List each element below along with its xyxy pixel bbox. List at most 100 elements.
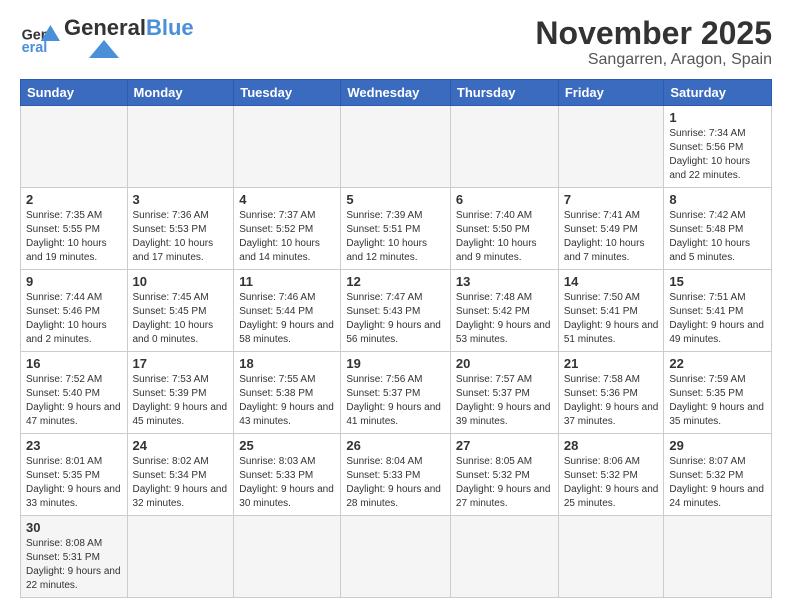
day-info: Sunrise: 7:58 AM Sunset: 5:36 PM Dayligh… xyxy=(564,373,659,429)
calendar-cell: 28Sunrise: 8:06 AM Sunset: 5:32 PM Dayli… xyxy=(558,434,664,516)
day-number: 23 xyxy=(26,438,122,453)
day-info: Sunrise: 7:48 AM Sunset: 5:42 PM Dayligh… xyxy=(456,291,553,347)
day-info: Sunrise: 7:57 AM Sunset: 5:37 PM Dayligh… xyxy=(456,373,553,429)
header-sunday: Sunday xyxy=(21,80,128,106)
day-info: Sunrise: 7:44 AM Sunset: 5:46 PM Dayligh… xyxy=(26,291,122,347)
day-number: 27 xyxy=(456,438,553,453)
day-number: 2 xyxy=(26,192,122,207)
day-number: 16 xyxy=(26,356,122,371)
day-info: Sunrise: 8:06 AM Sunset: 5:32 PM Dayligh… xyxy=(564,455,659,511)
day-info: Sunrise: 7:51 AM Sunset: 5:41 PM Dayligh… xyxy=(669,291,766,347)
header-saturday: Saturday xyxy=(664,80,772,106)
calendar-cell: 17Sunrise: 7:53 AM Sunset: 5:39 PM Dayli… xyxy=(127,352,234,434)
weekday-header-row: Sunday Monday Tuesday Wednesday Thursday… xyxy=(21,80,772,106)
day-info: Sunrise: 7:40 AM Sunset: 5:50 PM Dayligh… xyxy=(456,209,553,265)
calendar-cell: 10 Sunrise: 7:45 AM Sunset: 5:45 PM Dayli… xyxy=(127,270,234,352)
calendar-cell xyxy=(341,516,451,598)
calendar-cell xyxy=(450,106,558,188)
day-info: Sunrise: 7:45 AM Sunset: 5:45 PM Dayligh… xyxy=(133,291,229,347)
calendar-cell: 6Sunrise: 7:40 AM Sunset: 5:50 PM Daylig… xyxy=(450,188,558,270)
day-info: Sunrise: 7:47 AM Sunset: 5:43 PM Dayligh… xyxy=(346,291,445,347)
day-info: Sunrise: 7:37 AM Sunset: 5:52 PM Dayligh… xyxy=(239,209,335,265)
day-info: Sunrise: 7:56 AM Sunset: 5:37 PM Dayligh… xyxy=(346,373,445,429)
day-info: Sunrise: 7:42 AM Sunset: 5:48 PM Dayligh… xyxy=(669,209,766,265)
calendar-cell xyxy=(558,516,664,598)
calendar-subtitle: Sangarren, Aragon, Spain xyxy=(535,51,772,69)
day-number: 30 xyxy=(26,520,122,535)
day-info: Sunrise: 7:34 AM Sunset: 5:56 PM Dayligh… xyxy=(669,127,766,183)
svg-text:eral: eral xyxy=(22,40,48,56)
calendar-cell: 27 Sunrise: 8:05 AM Sunset: 5:32 PM Dayli… xyxy=(450,434,558,516)
calendar-cell xyxy=(127,516,234,598)
calendar-week-row: 30 Sunrise: 8:08 AM Sunset: 5:31 PM Dayli… xyxy=(21,516,772,598)
calendar-week-row: 9Sunrise: 7:44 AM Sunset: 5:46 PM Daylig… xyxy=(21,270,772,352)
calendar-cell: 30 Sunrise: 8:08 AM Sunset: 5:31 PM Dayli… xyxy=(21,516,128,598)
calendar-cell: 5Sunrise: 7:39 AM Sunset: 5:51 PM Daylig… xyxy=(341,188,451,270)
day-number: 4 xyxy=(239,192,335,207)
calendar-cell xyxy=(234,516,341,598)
calendar-cell: 24Sunrise: 8:02 AM Sunset: 5:34 PM Dayli… xyxy=(127,434,234,516)
day-number: 22 xyxy=(669,356,766,371)
calendar-cell: 2 Sunrise: 7:35 AM Sunset: 5:55 PM Daylig… xyxy=(21,188,128,270)
calendar-cell: 23 Sunrise: 8:01 AM Sunset: 5:35 PM Dayli… xyxy=(21,434,128,516)
calendar-cell xyxy=(234,106,341,188)
day-number: 12 xyxy=(346,274,445,289)
day-info: Sunrise: 7:52 AM Sunset: 5:40 PM Dayligh… xyxy=(26,373,122,429)
day-info: Sunrise: 7:50 AM Sunset: 5:41 PM Dayligh… xyxy=(564,291,659,347)
day-number: 7 xyxy=(564,192,659,207)
calendar-cell: 15Sunrise: 7:51 AM Sunset: 5:41 PM Dayli… xyxy=(664,270,772,352)
calendar-cell xyxy=(664,516,772,598)
calendar-table: Sunday Monday Tuesday Wednesday Thursday… xyxy=(20,79,772,598)
calendar-cell xyxy=(450,516,558,598)
calendar-cell xyxy=(21,106,128,188)
header-friday: Friday xyxy=(558,80,664,106)
header-wednesday: Wednesday xyxy=(341,80,451,106)
day-info: Sunrise: 8:07 AM Sunset: 5:32 PM Dayligh… xyxy=(669,455,766,511)
header-thursday: Thursday xyxy=(450,80,558,106)
calendar-cell: 12 Sunrise: 7:47 AM Sunset: 5:43 PM Dayli… xyxy=(341,270,451,352)
day-number: 1 xyxy=(669,110,766,125)
calendar-cell xyxy=(558,106,664,188)
page: Gen eral GeneralBlue November 2025 Sanga… xyxy=(0,0,792,608)
calendar-cell: 3 Sunrise: 7:36 AM Sunset: 5:53 PM Daylig… xyxy=(127,188,234,270)
calendar-cell: 13Sunrise: 7:48 AM Sunset: 5:42 PM Dayli… xyxy=(450,270,558,352)
day-number: 14 xyxy=(564,274,659,289)
day-info: Sunrise: 8:05 AM Sunset: 5:32 PM Dayligh… xyxy=(456,455,553,511)
calendar-cell: 29 Sunrise: 8:07 AM Sunset: 5:32 PM Dayli… xyxy=(664,434,772,516)
day-info: Sunrise: 7:53 AM Sunset: 5:39 PM Dayligh… xyxy=(133,373,229,429)
day-info: Sunrise: 7:36 AM Sunset: 5:53 PM Dayligh… xyxy=(133,209,229,265)
calendar-week-row: 23 Sunrise: 8:01 AM Sunset: 5:35 PM Dayli… xyxy=(21,434,772,516)
day-info: Sunrise: 8:01 AM Sunset: 5:35 PM Dayligh… xyxy=(26,455,122,511)
header: Gen eral GeneralBlue November 2025 Sanga… xyxy=(20,16,772,69)
calendar-cell: 19 Sunrise: 7:56 AM Sunset: 5:37 PM Dayli… xyxy=(341,352,451,434)
calendar-cell: 25Sunrise: 8:03 AM Sunset: 5:33 PM Dayli… xyxy=(234,434,341,516)
calendar-cell: 22Sunrise: 7:59 AM Sunset: 5:35 PM Dayli… xyxy=(664,352,772,434)
title-block: November 2025 Sangarren, Aragon, Spain xyxy=(535,16,772,69)
day-number: 20 xyxy=(456,356,553,371)
day-number: 8 xyxy=(669,192,766,207)
day-number: 21 xyxy=(564,356,659,371)
calendar-cell: 20 Sunrise: 7:57 AM Sunset: 5:37 PM Dayli… xyxy=(450,352,558,434)
day-info: Sunrise: 8:08 AM Sunset: 5:31 PM Dayligh… xyxy=(26,537,122,593)
day-number: 29 xyxy=(669,438,766,453)
calendar-cell: 7Sunrise: 7:41 AM Sunset: 5:49 PM Daylig… xyxy=(558,188,664,270)
calendar-cell: 8 Sunrise: 7:42 AM Sunset: 5:48 PM Daylig… xyxy=(664,188,772,270)
day-number: 3 xyxy=(133,192,229,207)
day-info: Sunrise: 7:55 AM Sunset: 5:38 PM Dayligh… xyxy=(239,373,335,429)
day-info: Sunrise: 7:35 AM Sunset: 5:55 PM Dayligh… xyxy=(26,209,122,265)
day-number: 18 xyxy=(239,356,335,371)
day-number: 10 xyxy=(133,274,229,289)
calendar-week-row: 16 Sunrise: 7:52 AM Sunset: 5:40 PM Dayli… xyxy=(21,352,772,434)
calendar-cell: 1 Sunrise: 7:34 AM Sunset: 5:56 PM Daylig… xyxy=(664,106,772,188)
calendar-cell: 16 Sunrise: 7:52 AM Sunset: 5:40 PM Dayli… xyxy=(21,352,128,434)
calendar-cell: 14 Sunrise: 7:50 AM Sunset: 5:41 PM Dayli… xyxy=(558,270,664,352)
logo: Gen eral GeneralBlue xyxy=(20,16,194,58)
calendar-week-row: 2 Sunrise: 7:35 AM Sunset: 5:55 PM Daylig… xyxy=(21,188,772,270)
day-info: Sunrise: 8:02 AM Sunset: 5:34 PM Dayligh… xyxy=(133,455,229,511)
header-tuesday: Tuesday xyxy=(234,80,341,106)
logo-triangle-icon xyxy=(64,40,144,58)
day-number: 19 xyxy=(346,356,445,371)
calendar-cell xyxy=(341,106,451,188)
day-number: 25 xyxy=(239,438,335,453)
header-monday: Monday xyxy=(127,80,234,106)
